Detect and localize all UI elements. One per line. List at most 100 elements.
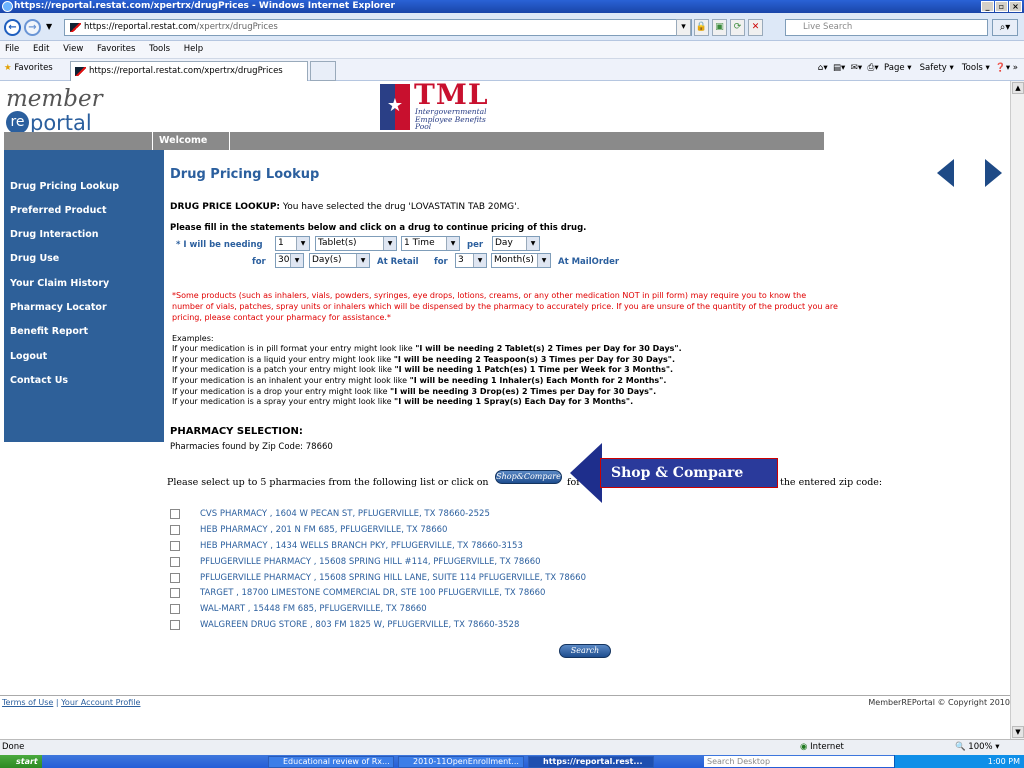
address-bar[interactable]: https://reportal.restat.com/xpertrx/drug… [64,19,692,36]
feeds-icon[interactable]: ▤▾ [833,63,845,73]
mail-months-select[interactable]: 3 [455,253,487,268]
zone-indicator: ◉ Internet [800,740,844,755]
maximize-button[interactable]: ▫ [995,1,1008,12]
command-bar[interactable]: ⌂▾ ▤▾ ✉▾ ⎙▾ Page ▾ Safety ▾ Tools ▾ ❓▾ » [818,63,1018,73]
globe-icon: ◉ [800,742,808,752]
address-dropdown-icon[interactable]: ▾ [676,19,691,36]
favorites-button[interactable]: ★ Favorites [4,63,53,73]
live-search-input[interactable]: Live Search [785,19,988,36]
lock-icon[interactable]: 🔒 [694,19,709,36]
sidebar: Drug Pricing Lookup Preferred Product Dr… [4,150,164,442]
pharmacy-checkbox[interactable] [170,604,180,614]
times-select[interactable]: 1 Time [401,236,460,251]
pharmacy-checkbox[interactable] [170,620,180,630]
taskbar-item[interactable]: 2010-11OpenEnrollment... [398,756,524,768]
tml-subtitle: Intergovernmental Employee Benefits Pool [415,108,487,131]
menu-file[interactable]: File [5,44,19,54]
pharmacy-item[interactable]: HEB PHARMACY , 201 N FM 685, PFLUGERVILL… [200,525,447,535]
compatibility-icon[interactable]: ▣ [712,19,727,36]
help-icon[interactable]: ❓▾ [995,63,1010,73]
vertical-scrollbar[interactable]: ▲ ▼ [1010,81,1024,739]
menu-tools[interactable]: Tools [149,44,170,54]
zoom-control[interactable]: 🔍 100% ▾ [955,740,1000,755]
back-icon[interactable]: ← [4,19,21,36]
select-post-text: the entered zip code: [780,477,883,488]
sidebar-item-benefit-report[interactable]: Benefit Report [10,326,88,337]
example-line: If your medication is a drop your entry … [172,387,656,396]
unit-value: Tablet(s) [318,238,357,248]
pharmacy-checkbox[interactable] [170,557,180,567]
example-bold: "I will be needing 1 Patch(es) 1 Time pe… [394,365,674,374]
pharmacy-item[interactable]: TARGET , 18700 LIMESTONE COMMERCIAL DR, … [200,588,545,598]
quantity-value: 1 [278,238,284,248]
stop-icon[interactable]: ✕ [748,19,763,36]
history-dropdown-icon[interactable]: ▼ [46,22,52,31]
scroll-up-icon[interactable]: ▲ [1012,82,1024,94]
sidebar-item-drug-pricing-lookup[interactable]: Drug Pricing Lookup [10,181,119,192]
mail-icon[interactable]: ✉▾ [851,63,862,73]
sidebar-item-drug-use[interactable]: Drug Use [10,253,59,264]
desktop-search-input[interactable]: Search Desktop [704,756,899,767]
retail-unit-select[interactable]: Day(s) [309,253,370,268]
callout-text: Shop & Compare [600,458,778,488]
sidebar-item-logout[interactable]: Logout [10,351,47,362]
pharmacy-checkbox[interactable] [170,541,180,551]
menu-edit[interactable]: Edit [33,44,49,54]
taskbar-item-active[interactable]: https://reportal.rest... [528,756,654,768]
command-menus[interactable]: Page ▾ Safety ▾ Tools ▾ [884,63,990,73]
pharmacy-checkbox[interactable] [170,588,180,598]
sidebar-item-claim-history[interactable]: Your Claim History [10,278,109,289]
zoom-icon: 🔍 [955,742,966,752]
for-label-retail: for [252,257,266,267]
pharmacy-item[interactable]: PFLUGERVILLE PHARMACY , 15608 SPRING HIL… [200,573,586,583]
sidebar-item-contact-us[interactable]: Contact Us [10,375,68,386]
new-tab-button[interactable] [310,61,336,81]
taskbar-item[interactable]: Educational review of Rx... [268,756,394,768]
menu-favorites[interactable]: Favorites [97,44,135,54]
pharmacy-item[interactable]: WAL-MART , 15448 FM 685, PFLUGERVILLE, T… [200,604,427,614]
pharmacy-item[interactable]: HEB PHARMACY , 1434 WELLS BRANCH PKY, PF… [200,541,523,551]
search-icon[interactable]: ⌕▾ [992,19,1018,36]
sidebar-item-pharmacy-locator[interactable]: Pharmacy Locator [10,302,107,313]
quantity-select[interactable]: 1 [275,236,310,251]
menu-help[interactable]: Help [184,44,203,54]
example-line: If your medication is in pill format you… [172,344,682,353]
refresh-icon[interactable]: ⟳ [730,19,745,36]
example-pre: If your medication is a patch your entry… [172,365,395,374]
minimize-button[interactable]: _ [981,1,994,12]
pharmacy-item[interactable]: CVS PHARMACY , 1604 W PECAN ST, PFLUGERV… [200,509,490,519]
pharmacy-item[interactable]: PFLUGERVILLE PHARMACY , 15608 SPRING HIL… [200,557,541,567]
start-button[interactable]: start [0,755,42,768]
close-window-button[interactable]: × [1009,1,1022,12]
shop-compare-button[interactable]: Shop&Compare [495,470,562,484]
print-icon[interactable]: ⎙▾ [868,63,879,73]
pharmacy-checkbox[interactable] [170,525,180,535]
for-label-mail: for [434,257,448,267]
lookup-text: You have selected the drug 'LOVASTATIN T… [282,202,520,212]
pharmacy-checkbox[interactable] [170,509,180,519]
pharmacy-item[interactable]: WALGREEN DRUG STORE , 803 FM 1825 W, PFL… [200,620,519,630]
browser-tab[interactable]: https://reportal.restat.com/xpertrx/drug… [70,61,308,81]
account-profile-link[interactable]: Your Account Profile [61,698,140,707]
sidebar-item-drug-interaction[interactable]: Drug Interaction [10,229,99,240]
forward-icon[interactable]: → [24,19,41,36]
clock: 1:00 PM [987,757,1020,766]
search-button[interactable]: Search [559,644,611,658]
pharmacy-checkbox[interactable] [170,573,180,583]
period-select[interactable]: Day [492,236,540,251]
unit-select[interactable]: Tablet(s) [315,236,397,251]
example-bold: "I will be needing 3 Drop(es) 2 Times pe… [390,387,657,396]
example-line: If your medication is a spray your entry… [172,397,633,406]
previous-arrow-icon[interactable] [937,159,954,187]
scroll-down-icon[interactable]: ▼ [1012,726,1024,738]
welcome-tab[interactable]: Welcome [152,132,230,150]
pharmacy-selection-heading: PHARMACY SELECTION: [170,426,303,437]
home-icon[interactable]: ⌂▾ [818,63,828,73]
sidebar-item-preferred-product[interactable]: Preferred Product [10,205,107,216]
example-pre: If your medication is a drop your entry … [172,387,391,396]
retail-days-select[interactable]: 30 [275,253,304,268]
mail-unit-select[interactable]: Month(s) [491,253,551,268]
terms-link[interactable]: Terms of Use [2,698,53,707]
menu-view[interactable]: View [63,44,83,54]
next-arrow-icon[interactable] [985,159,1002,187]
